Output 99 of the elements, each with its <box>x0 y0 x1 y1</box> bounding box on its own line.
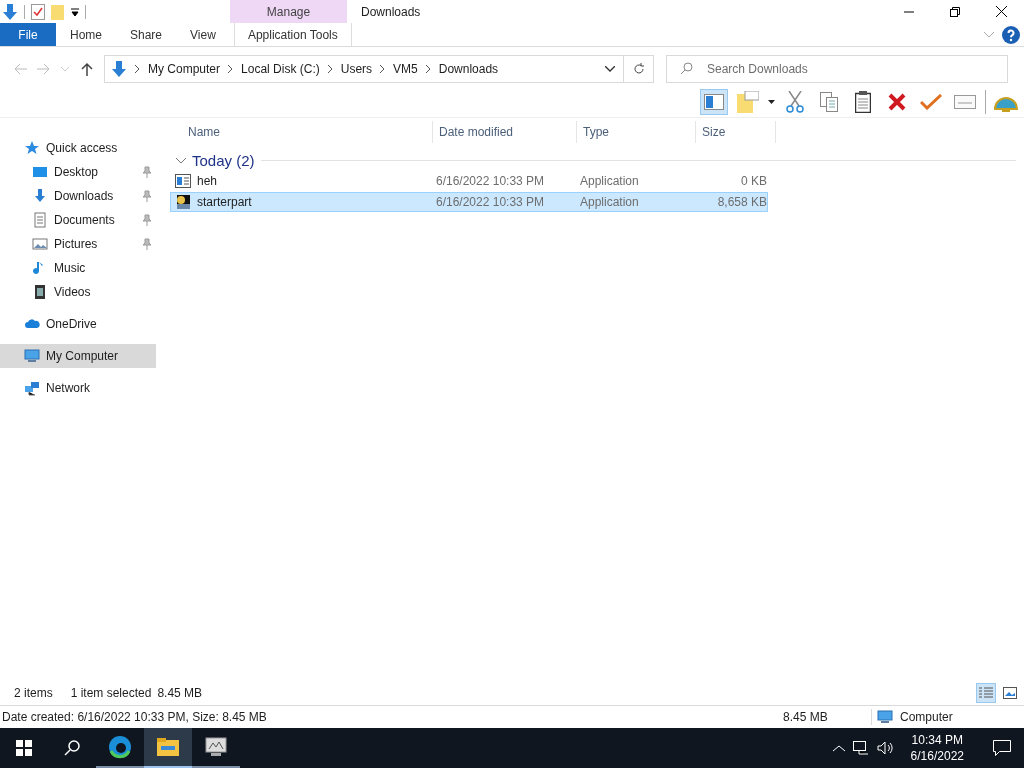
start-icon[interactable] <box>16 740 32 756</box>
details-size: 8.45 MB <box>783 710 829 724</box>
address-bar[interactable]: My Computer Local Disk (C:) Users VM5 Downloads <box>104 55 624 83</box>
date-modified: 6/16/2022 10:33 PM <box>436 195 545 209</box>
video-icon <box>32 284 48 300</box>
scissors-icon[interactable] <box>786 91 804 113</box>
column-header[interactable]: Name <box>176 121 433 143</box>
taskbar-app-button[interactable] <box>144 728 192 768</box>
file-size: 0 KB <box>741 174 767 188</box>
minimize-icon <box>904 10 914 13</box>
up-arrow-icon[interactable] <box>81 62 93 76</box>
folder-icon <box>157 738 179 756</box>
file-size: 8,658 KB <box>717 195 767 209</box>
speaker-icon[interactable] <box>876 741 895 755</box>
pin-icon[interactable] <box>142 190 152 202</box>
search-icon <box>680 62 693 75</box>
ribbon-tab[interactable]: View <box>176 23 230 46</box>
details-text: Date created: 6/16/2022 10:33 PM, Size: 8.45 MB <box>2 710 267 724</box>
download-icon[interactable] <box>2 2 18 21</box>
file-name: heh <box>197 174 218 188</box>
copy-icon[interactable] <box>820 92 838 112</box>
nav-item[interactable]: OneDrive <box>0 312 156 336</box>
selection-count: 1 item selected <box>70 686 152 700</box>
context-tab-group: Manage <box>230 0 347 23</box>
nav-item[interactable]: Quick access <box>0 136 156 160</box>
checkmark-icon[interactable] <box>920 94 942 110</box>
cross-icon[interactable] <box>888 93 906 111</box>
chevron-right-icon[interactable] <box>327 65 333 73</box>
ribbon-tab[interactable]: File <box>0 23 56 46</box>
file-row[interactable]: starterpart 6/16/2022 10:33 PM Application 8,658 KB <box>170 192 768 212</box>
item-count: 2 items <box>14 686 53 700</box>
chevron-down-icon[interactable] <box>605 66 615 72</box>
clipboard-icon[interactable] <box>855 91 871 113</box>
chevron-right-icon[interactable] <box>228 65 234 73</box>
chevron-up-icon[interactable] <box>832 744 845 752</box>
nav-item[interactable]: Downloads <box>0 184 156 208</box>
network-icon <box>24 380 40 396</box>
computer-icon <box>876 709 894 725</box>
app-icon <box>175 194 191 210</box>
location-label: Computer <box>900 710 953 724</box>
picture-icon <box>32 236 48 252</box>
column-header[interactable]: Date modified <box>433 121 577 143</box>
nav-item[interactable]: Network <box>0 376 156 400</box>
nav-item[interactable]: Pictures <box>0 232 156 256</box>
pin-icon[interactable] <box>142 238 152 250</box>
list-icon <box>979 687 993 699</box>
file-type: Application <box>580 195 639 209</box>
file-row[interactable]: heh 6/16/2022 10:33 PM Application 0 KB <box>170 171 768 191</box>
close-icon <box>995 6 1007 17</box>
search-icon[interactable] <box>64 740 80 756</box>
file-name: starterpart <box>197 195 252 209</box>
download-icon <box>32 188 48 204</box>
document-icon <box>32 212 48 228</box>
refresh-icon <box>632 63 645 75</box>
window-title: Downloads <box>361 4 421 19</box>
help-icon[interactable] <box>1002 25 1020 44</box>
pin-icon[interactable] <box>142 166 152 178</box>
clock[interactable]: 10:34 PM 6/16/2022 <box>902 733 972 763</box>
notification-icon[interactable] <box>993 740 1011 756</box>
ribbon-tab[interactable]: Share <box>116 23 177 46</box>
date-modified: 6/16/2022 10:33 PM <box>436 174 545 188</box>
selection-size: 8.45 MB <box>157 686 203 700</box>
search-field[interactable]: Search Downloads <box>666 55 1008 83</box>
nav-item[interactable]: Desktop <box>0 160 156 184</box>
window-icon <box>175 174 191 188</box>
breadcrumb[interactable]: Local Disk (C:) <box>241 62 320 76</box>
breadcrumb[interactable]: VM5 <box>393 62 418 76</box>
computer-icon <box>24 348 40 364</box>
nav-item[interactable]: Videos <box>0 280 156 304</box>
image-icon <box>1003 687 1017 699</box>
star-icon <box>24 140 40 156</box>
chevron-right-icon[interactable] <box>135 65 140 73</box>
restore-icon <box>950 6 960 17</box>
pin-icon[interactable] <box>142 214 152 226</box>
breadcrumb[interactable]: My Computer <box>148 62 221 76</box>
chevron-right-icon[interactable] <box>425 65 431 73</box>
pane-icon <box>704 94 724 110</box>
breadcrumb[interactable]: Users <box>340 62 373 76</box>
nav-item[interactable]: Music <box>0 256 156 280</box>
group-header[interactable]: Today (2) <box>192 151 255 169</box>
desktop-icon <box>32 164 48 180</box>
file-type: Application <box>580 174 639 188</box>
dropdown-icon[interactable] <box>71 7 79 16</box>
ribbon-tab[interactable]: Home <box>56 23 116 46</box>
nav-item[interactable]: My Computer <box>0 344 156 368</box>
ribbon-tab[interactable]: Application Tools <box>233 23 352 46</box>
breadcrumb[interactable]: Downloads <box>438 62 499 76</box>
chevron-right-icon[interactable] <box>380 65 386 73</box>
network-icon[interactable] <box>852 741 869 755</box>
checklist-icon[interactable] <box>31 3 45 20</box>
browser-icon <box>108 735 132 759</box>
column-header[interactable]: Size <box>696 121 776 143</box>
download-icon <box>111 60 127 78</box>
column-header[interactable]: Type <box>577 121 696 143</box>
pane-toggle-button[interactable] <box>700 89 728 115</box>
dropdown-icon[interactable] <box>768 100 775 104</box>
refresh-button[interactable] <box>624 55 654 83</box>
monitor-icon <box>205 737 227 757</box>
nav-item[interactable]: Documents <box>0 208 156 232</box>
